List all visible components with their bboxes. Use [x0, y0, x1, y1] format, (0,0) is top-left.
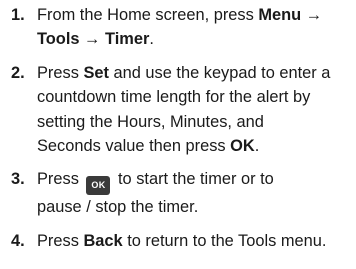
step-3: 3. Press OK to start the timer or to pau… [0, 167, 356, 219]
step-number: 4. [11, 231, 25, 250]
step-text: . [149, 30, 154, 49]
step-text: From the Home screen, press [37, 6, 259, 24]
step-text: Seconds value then press [37, 137, 231, 156]
step-text: Press [37, 63, 84, 82]
step-line: Press Back to return to the Tools menu. [37, 229, 356, 253]
step-line: pause / stop the timer. [37, 198, 199, 217]
step-line: countdown time length for the alert by [37, 88, 311, 107]
step-2: 2. Press Set and use the keypad to enter… [0, 61, 356, 159]
step-line: Seconds value then press OK. [37, 134, 356, 158]
ok-key-label: OK [230, 137, 255, 156]
step-line: Press OK to start the timer or to [37, 167, 356, 196]
step-text: Press [37, 170, 84, 189]
step-text: to start the timer or to [113, 170, 274, 189]
menu-path-label: Tools → Timer [37, 30, 150, 49]
step-text: to return to the Tools menu. [122, 231, 327, 250]
menu-path-label: Menu → [258, 6, 323, 24]
back-key-label: Back [83, 231, 123, 250]
step-line: Tools → Timer. [37, 27, 356, 51]
step-text: Press [37, 231, 84, 250]
ok-key-icon: OK [86, 176, 111, 196]
instruction-steps: 1. From the Home screen, press Menu → To… [0, 3, 356, 262]
step-1: 1. From the Home screen, press Menu → To… [0, 3, 356, 52]
step-text: and use the keypad to enter a [108, 63, 331, 82]
step-number: 2. [11, 63, 25, 82]
step-line: setting the Hours, Minutes, and [37, 112, 264, 131]
step-text: . [254, 137, 260, 156]
set-key-label: Set [83, 63, 109, 82]
step-number: 3. [11, 170, 25, 189]
step-4: 4. Press Back to return to the Tools men… [0, 229, 356, 253]
step-number: 1. [11, 6, 25, 24]
step-line: From the Home screen, press Menu → [37, 3, 356, 27]
step-line: Press Set and use the keypad to enter a [37, 61, 356, 85]
